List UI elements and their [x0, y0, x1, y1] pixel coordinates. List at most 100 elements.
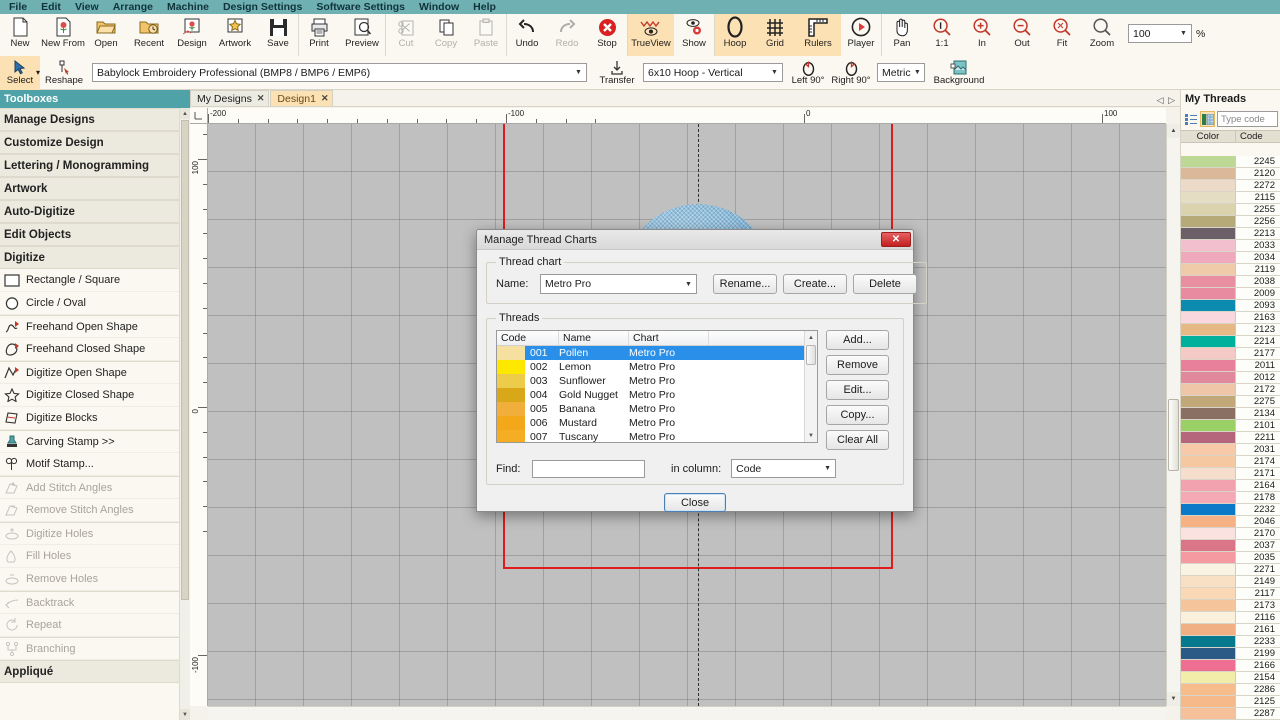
tool-fill-holes[interactable]: Fill Holes — [0, 545, 190, 568]
thread-row[interactable]: 2134 — [1181, 408, 1280, 420]
thread-row[interactable]: 2177 — [1181, 348, 1280, 360]
thread-chart-row[interactable]: 002 Lemon Metro Pro — [497, 360, 817, 374]
manage-thread-charts-dialog[interactable]: Manage Thread Charts ✕ Thread chart Name… — [476, 229, 927, 512]
close-icon[interactable]: ✕ — [321, 93, 329, 104]
menu-item-arrange[interactable]: Arrange — [106, 0, 160, 14]
select-dropdown-caret[interactable]: ▾ — [36, 68, 40, 77]
tab-my-designs[interactable]: My Designs ✕ — [190, 90, 270, 106]
delete-button[interactable]: Delete — [853, 274, 917, 294]
thread-row[interactable]: 2287 — [1181, 708, 1280, 720]
recent-button[interactable]: Recent — [126, 14, 172, 56]
tool-add-stitch-angles[interactable]: Add Stitch Angles — [0, 476, 190, 499]
thread-chart-row[interactable]: 004 Gold Nugget Metro Pro — [497, 388, 817, 402]
thread-row[interactable]: 2286 — [1181, 684, 1280, 696]
scroll-up-icon[interactable]: ▲ — [1167, 124, 1180, 138]
tool-digitize-blocks[interactable]: Digitize Blocks — [0, 407, 190, 430]
thread-chart-row[interactable]: 001 Pollen Metro Pro — [497, 346, 817, 360]
column-header-name[interactable]: Name — [559, 331, 629, 345]
show-button[interactable]: Show — [674, 14, 714, 56]
column-header-color[interactable]: Color — [1181, 131, 1236, 142]
chevron-down-icon[interactable]: ▼ — [1176, 25, 1191, 42]
add-thread-button[interactable]: Add... — [826, 330, 889, 350]
thread-chart-row[interactable]: 003 Sunflower Metro Pro — [497, 374, 817, 388]
scroll-down-icon[interactable]: ▼ — [1167, 692, 1180, 706]
background-button[interactable]: Background — [929, 56, 989, 90]
chevron-down-icon[interactable]: ▼ — [911, 64, 924, 81]
thread-row[interactable]: 2119 — [1181, 264, 1280, 276]
thread-row[interactable]: 2149 — [1181, 576, 1280, 588]
undo-button[interactable]: Undo — [507, 14, 547, 56]
toolbox-section-edit-objects[interactable]: Edit Objects — [0, 223, 190, 246]
chevron-down-icon[interactable]: ▼ — [681, 276, 696, 293]
vertical-ruler[interactable]: 100 0 -100 — [190, 124, 208, 706]
create-button[interactable]: Create... — [783, 274, 847, 294]
tool-rectangle-square[interactable]: Rectangle / Square — [0, 269, 190, 292]
thread-row[interactable]: 2164 — [1181, 480, 1280, 492]
canvas-horizontal-scrollbar[interactable] — [208, 706, 1166, 720]
thread-row[interactable]: 2038 — [1181, 276, 1280, 288]
chevron-down-icon[interactable]: ▼ — [767, 64, 782, 81]
scroll-down-icon[interactable]: ▼ — [805, 429, 817, 442]
new-from-button[interactable]: New From — [40, 14, 86, 56]
column-header-code[interactable]: Code — [1236, 131, 1280, 142]
toolbox-section-digitize[interactable]: Digitize — [0, 246, 190, 269]
horizontal-ruler[interactable]: -200 -100 0 100 — [208, 108, 1166, 124]
thread-row[interactable]: 2255 — [1181, 204, 1280, 216]
thread-chart-row[interactable]: 005 Banana Metro Pro — [497, 402, 817, 416]
zoom-fit-button[interactable]: Fit — [1042, 14, 1082, 56]
trueview-button[interactable]: TrueView — [628, 14, 674, 56]
thread-row[interactable]: 2173 — [1181, 600, 1280, 612]
toolbox-section-artwork[interactable]: Artwork — [0, 177, 190, 200]
thread-chart-row[interactable]: 007 Tuscany Metro Pro — [497, 430, 817, 442]
zoom-in-button[interactable]: In — [962, 14, 1002, 56]
close-button[interactable]: Close — [664, 493, 726, 512]
thread-row[interactable]: 2172 — [1181, 384, 1280, 396]
design-button[interactable]: Design — [172, 14, 212, 56]
thread-row[interactable]: 2170 — [1181, 528, 1280, 540]
threads-listview-scrollbar[interactable]: ▲ ▼ — [804, 331, 817, 442]
hoop-select-combo[interactable]: 6x10 Hoop - Vertical ▼ — [643, 63, 784, 82]
transfer-button[interactable]: Transfer — [595, 56, 639, 90]
rename-button[interactable]: Rename... — [713, 274, 777, 294]
thread-row[interactable]: 2116 — [1181, 612, 1280, 624]
toolbox-section-lettering[interactable]: Lettering / Monogramming — [0, 154, 190, 177]
thread-code-search-input[interactable]: Type code — [1217, 111, 1278, 127]
print-button[interactable]: Print — [299, 14, 339, 56]
thread-row[interactable]: 2009 — [1181, 288, 1280, 300]
column-header-code[interactable]: Code — [497, 331, 559, 345]
thread-row[interactable]: 2117 — [1181, 588, 1280, 600]
thread-row[interactable]: 2101 — [1181, 420, 1280, 432]
thread-row[interactable]: 2034 — [1181, 252, 1280, 264]
thread-row[interactable]: 2213 — [1181, 228, 1280, 240]
thread-row[interactable]: 2214 — [1181, 336, 1280, 348]
rotate-left-90-button[interactable]: Left 90° — [787, 56, 829, 90]
thread-row[interactable]: 2037 — [1181, 540, 1280, 552]
thread-row[interactable]: 2120 — [1181, 168, 1280, 180]
scroll-down-icon[interactable]: ▼ — [180, 709, 190, 720]
scroll-up-icon[interactable]: ▲ — [805, 331, 817, 344]
redo-button[interactable]: Redo — [547, 14, 587, 56]
menu-item-file[interactable]: File — [2, 0, 34, 14]
scroll-up-icon[interactable]: ▲ — [180, 108, 190, 119]
thread-row[interactable]: 2271 — [1181, 564, 1280, 576]
tab-design1[interactable]: Design1 ✕ — [270, 90, 334, 106]
menu-item-help[interactable]: Help — [466, 0, 503, 14]
list-view-icon[interactable] — [1183, 111, 1198, 127]
scrollbar-thumb[interactable] — [181, 120, 189, 600]
thread-row[interactable]: 2163 — [1181, 312, 1280, 324]
thread-row[interactable]: 2046 — [1181, 516, 1280, 528]
thread-row[interactable]: 2256 — [1181, 216, 1280, 228]
toolbox-section-auto-digitize[interactable]: Auto-Digitize — [0, 200, 190, 223]
artwork-button[interactable]: Artwork — [212, 14, 258, 56]
thread-row[interactable]: 2093 — [1181, 300, 1280, 312]
thread-row[interactable]: 2115 — [1181, 192, 1280, 204]
cut-button[interactable]: Cut — [386, 14, 426, 56]
tab-nav-arrows[interactable]: ◁ ▷ — [1157, 95, 1176, 106]
tool-freehand-open-shape[interactable]: Freehand Open Shape — [0, 315, 190, 338]
toolbox-section-applique[interactable]: Appliqué — [0, 660, 190, 683]
paste-button[interactable]: Paste — [466, 14, 506, 56]
scrollbar-thumb[interactable] — [806, 345, 816, 365]
machine-select-combo[interactable]: Babylock Embroidery Professional (BMP8 /… — [92, 63, 588, 82]
chevron-down-icon[interactable]: ▼ — [820, 460, 835, 477]
ruler-origin-corner[interactable] — [190, 108, 208, 124]
